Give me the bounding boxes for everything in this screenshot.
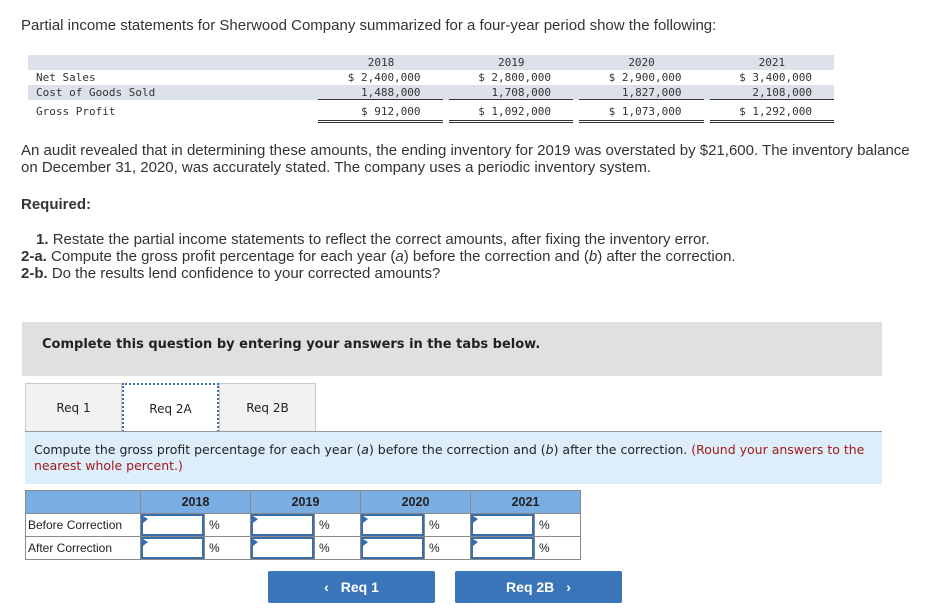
- next-req-2b-button[interactable]: Req 2B ›: [455, 571, 622, 603]
- requirement-number: 2-b.: [21, 265, 48, 282]
- after-2020-input[interactable]: [361, 537, 424, 559]
- grid-year-header: 2018: [140, 490, 251, 514]
- percent-unit: %: [314, 513, 361, 537]
- grid-row-label: After Correction: [25, 536, 141, 560]
- value-cell: $ 2,400,000: [347, 71, 421, 84]
- prev-button-label: Req 1: [340, 579, 379, 595]
- input-marker-icon: [253, 539, 258, 546]
- grid-header-row: 2018 2019 2020 2021: [25, 490, 581, 514]
- requirement-number: 1.: [36, 231, 49, 248]
- audit-paragraph: An audit revealed that in determining th…: [21, 142, 910, 176]
- after-2018-input[interactable]: [141, 537, 204, 559]
- year-header: 2019: [498, 56, 525, 69]
- answer-grid: 2018 2019 2020 2021 Before Correction % …: [25, 490, 581, 560]
- input-marker-icon: [143, 539, 148, 546]
- statement-header-row: 2018 2019 2020 2021: [28, 55, 834, 70]
- chevron-right-icon: ›: [566, 579, 571, 595]
- input-marker-icon: [253, 516, 258, 523]
- instruction-text: Compute the gross profit percentage for …: [34, 442, 362, 457]
- instruction-text: a: [361, 442, 369, 457]
- requirement-2a: 2-a. Compute the gross profit percentage…: [21, 248, 736, 265]
- required-heading: Required:: [21, 196, 92, 213]
- value-cell: 1,827,000: [579, 85, 704, 100]
- percent-unit: %: [424, 536, 471, 560]
- percent-unit: %: [534, 536, 581, 560]
- tab-instruction: Compute the gross profit percentage for …: [25, 432, 882, 484]
- input-marker-icon: [143, 516, 148, 523]
- value-cell: $ 3,400,000: [739, 71, 813, 84]
- year-header: 2018: [367, 56, 395, 69]
- grid-year-header: 2019: [250, 490, 361, 514]
- row-label: Cost of Goods Sold: [36, 86, 156, 99]
- value-cell: $ 2,800,000: [478, 71, 552, 84]
- requirement-text: Compute the gross profit percentage for …: [51, 248, 396, 265]
- before-2020-input[interactable]: [361, 514, 424, 536]
- net-sales-row: Net Sales $ 2,400,000 $ 2,800,000 $ 2,90…: [28, 70, 834, 85]
- percent-unit: %: [204, 536, 251, 560]
- input-marker-icon: [363, 516, 368, 523]
- input-marker-icon: [473, 539, 478, 546]
- value-cell: 2,108,000: [709, 85, 835, 100]
- requirement-text: b: [588, 248, 598, 265]
- requirement-2b: 2-b. Do the results lend confidence to y…: [21, 265, 736, 282]
- instruction-text: ) before the correction and (: [368, 442, 546, 457]
- grid-year-header: 2021: [470, 490, 581, 514]
- instruction-text: b: [545, 442, 554, 457]
- instructions-banner: Complete this question by entering your …: [22, 322, 882, 376]
- year-header: 2020: [628, 56, 655, 69]
- after-2019-input[interactable]: [251, 537, 314, 559]
- percent-unit: %: [314, 536, 361, 560]
- after-correction-row: After Correction % % % %: [25, 536, 581, 560]
- tab-req-2b[interactable]: Req 2B: [219, 383, 316, 432]
- grid-row-label: Before Correction: [25, 513, 141, 537]
- year-header: 2021: [758, 56, 786, 69]
- chevron-left-icon: ‹: [324, 579, 329, 595]
- percent-unit: %: [204, 513, 251, 537]
- tab-req-2a[interactable]: Req 2A: [122, 383, 219, 432]
- value-cell: $ 1,073,000: [579, 104, 704, 123]
- income-statement-table: 2018 2019 2020 2021 Net Sales $ 2,400,00…: [28, 55, 835, 123]
- intro-text: Partial income statements for Sherwood C…: [21, 17, 717, 34]
- percent-unit: %: [424, 513, 471, 537]
- percent-unit: %: [534, 513, 581, 537]
- before-correction-row: Before Correction % % % %: [25, 513, 581, 537]
- gross-profit-row: Gross Profit $ 912,000 $ 1,092,000 $ 1,0…: [28, 104, 835, 123]
- value-cell: $ 912,000: [318, 104, 443, 123]
- row-label: Gross Profit: [36, 105, 116, 118]
- tab-req-1[interactable]: Req 1: [25, 383, 122, 432]
- grid-year-header: 2020: [360, 490, 471, 514]
- prev-req-1-button[interactable]: ‹ Req 1: [268, 571, 435, 603]
- requirement-text: Do the results lend confidence to your c…: [51, 265, 441, 282]
- row-label: Net Sales: [36, 71, 96, 84]
- after-2021-input[interactable]: [471, 537, 534, 559]
- requirement-text: ) after the correction.: [597, 248, 736, 265]
- instruction-text: ) after the correction.: [553, 442, 692, 457]
- requirement-1: 1. Restate the partial income statements…: [21, 231, 736, 248]
- requirement-text: ) before the correction and (: [403, 248, 589, 265]
- grid-corner: [25, 490, 141, 514]
- input-marker-icon: [363, 539, 368, 546]
- value-cell: $ 1,292,000: [709, 104, 835, 123]
- before-2021-input[interactable]: [471, 514, 534, 536]
- value-cell: 1,488,000: [318, 85, 443, 100]
- next-button-label: Req 2B: [506, 579, 555, 595]
- requirement-text: a: [395, 248, 404, 265]
- requirements-list: 1. Restate the partial income statements…: [21, 231, 736, 282]
- input-marker-icon: [473, 516, 478, 523]
- tab-bar: Req 1 Req 2A Req 2B: [25, 383, 316, 432]
- value-cell: $ 2,900,000: [608, 71, 682, 84]
- requirement-number: 2-a.: [21, 248, 47, 265]
- cogs-row: Cost of Goods Sold 1,488,000 1,708,000 1…: [28, 85, 835, 100]
- requirement-text: Restate the partial income statements to…: [52, 231, 710, 248]
- value-cell: $ 1,092,000: [448, 104, 574, 123]
- before-2019-input[interactable]: [251, 514, 314, 536]
- value-cell: 1,708,000: [448, 85, 574, 100]
- banner-text: Complete this question by entering your …: [42, 337, 541, 352]
- before-2018-input[interactable]: [141, 514, 204, 536]
